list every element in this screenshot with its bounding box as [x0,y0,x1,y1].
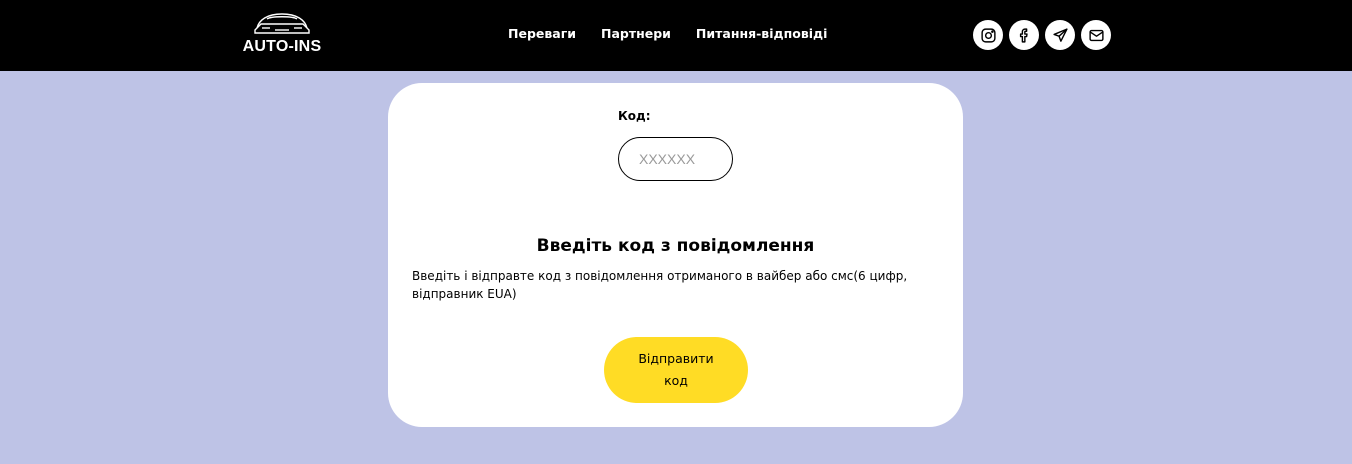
top-header: AUTO-INS Переваги Партнери Питання-відпо… [0,0,1352,71]
logo-text: AUTO-INS [242,38,322,55]
telegram-link[interactable] [1045,20,1075,50]
mail-icon [1088,29,1104,41]
logo[interactable]: AUTO-INS [240,8,324,60]
instagram-link[interactable] [973,20,1003,50]
nav-link-partners[interactable]: Партнери [601,26,671,42]
send-code-button[interactable]: Відправити код [604,337,748,403]
main-nav: Переваги Партнери Питання-відповіді [508,26,827,42]
code-form-card: Код: Введіть код з повідомлення Введіть … [388,83,963,427]
facebook-link[interactable] [1009,20,1039,50]
mail-link[interactable] [1081,20,1111,50]
nav-link-advantages[interactable]: Переваги [508,26,576,42]
telegram-icon [1052,27,1068,42]
code-label: Код: [618,109,651,123]
instagram-icon [980,27,996,43]
facebook-icon [1019,27,1028,43]
nav-link-faq[interactable]: Питання-відповіді [696,26,827,42]
form-title: Введіть код з повідомлення [536,236,815,256]
social-links [973,20,1111,50]
code-input[interactable] [618,137,733,181]
form-description: Введіть і відправте код з повідомлення о… [412,269,908,301]
car-logo-icon [254,13,310,34]
